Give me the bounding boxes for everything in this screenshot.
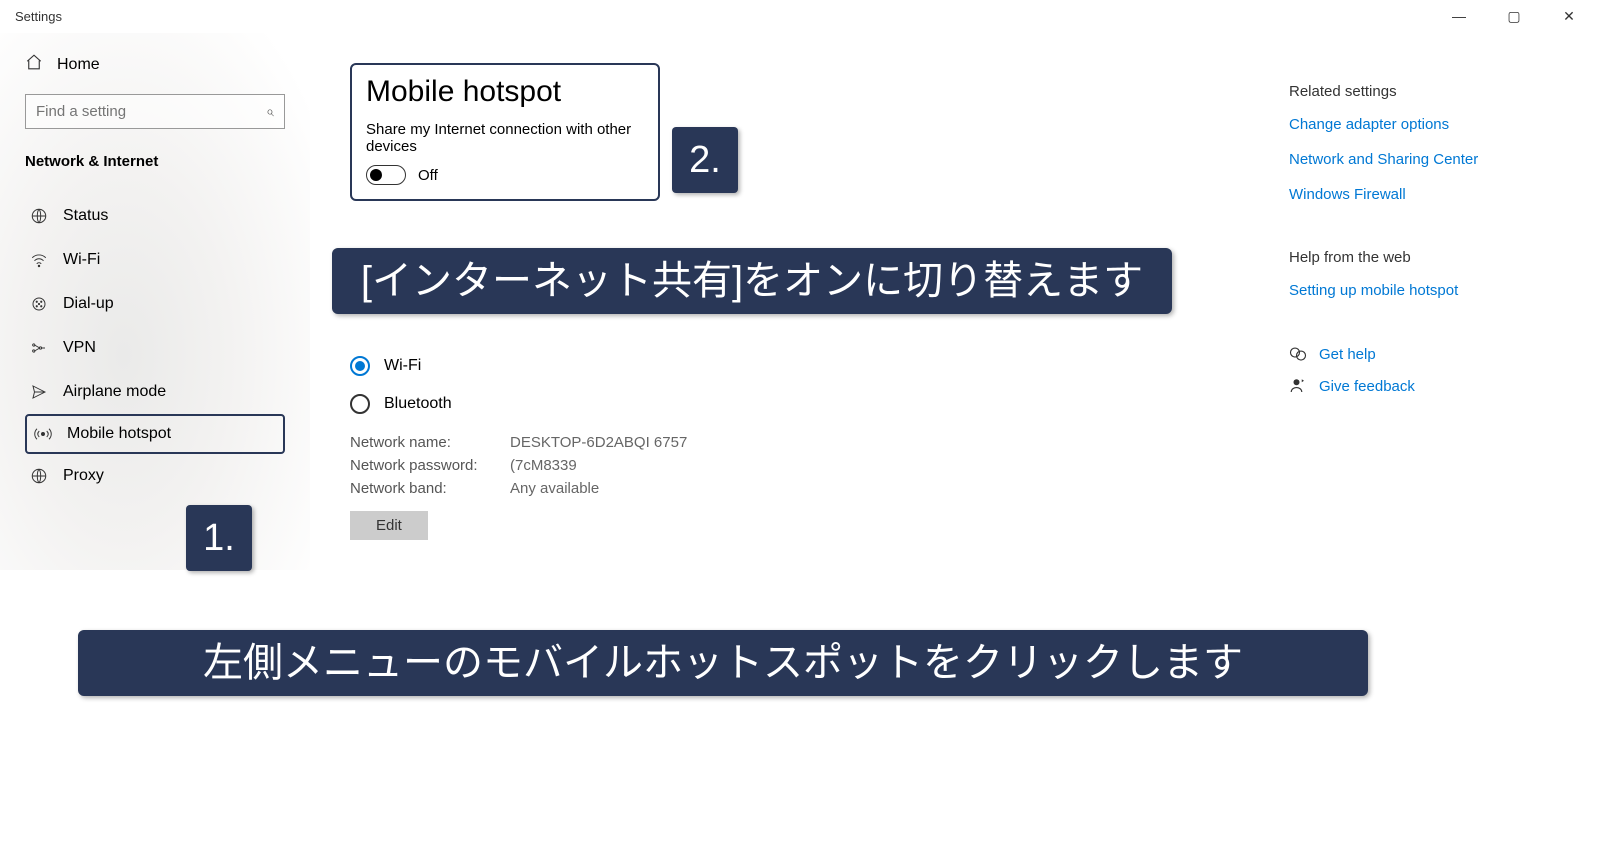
value: Any available bbox=[510, 480, 599, 497]
window-controls: ― ▢ ✕ bbox=[1444, 8, 1584, 25]
network-details: Network name: DESKTOP-6D2ABQI 6757 Netwo… bbox=[350, 434, 1229, 540]
search-input[interactable] bbox=[36, 103, 266, 120]
page-title: Mobile hotspot bbox=[366, 75, 644, 109]
sharing-link[interactable]: Network and Sharing Center bbox=[1289, 151, 1559, 168]
help-icon bbox=[1289, 345, 1307, 363]
globe-icon bbox=[29, 206, 49, 226]
hotspot-icon bbox=[33, 424, 53, 444]
radio-on-icon bbox=[350, 356, 370, 376]
sidebar-item-airplane[interactable]: Airplane mode bbox=[25, 370, 285, 414]
callout-number-2: 2. bbox=[672, 127, 738, 193]
nav-list: Status Wi-Fi Dial-up VPN Airplane mode M… bbox=[25, 194, 285, 498]
radio-label: Wi-Fi bbox=[384, 357, 421, 375]
link-label: Get help bbox=[1319, 346, 1376, 363]
firewall-link[interactable]: Windows Firewall bbox=[1289, 186, 1559, 203]
nav-label: Proxy bbox=[63, 467, 104, 485]
radio-wifi[interactable]: Wi-Fi bbox=[350, 356, 1229, 376]
toggle-state: Off bbox=[418, 167, 438, 184]
label: Network name: bbox=[350, 434, 510, 451]
sidebar-item-proxy[interactable]: Proxy bbox=[25, 454, 285, 498]
nav-label: Dial-up bbox=[63, 295, 114, 313]
airplane-icon bbox=[29, 382, 49, 402]
toggle-switch[interactable] bbox=[366, 165, 406, 185]
link-label: Give feedback bbox=[1319, 378, 1415, 395]
network-band-row: Network band: Any available bbox=[350, 480, 1229, 497]
sidebar-item-hotspot[interactable]: Mobile hotspot bbox=[25, 414, 285, 454]
share-toggle[interactable]: Off bbox=[366, 165, 644, 185]
share-subtitle: Share my Internet connection with other … bbox=[366, 121, 644, 155]
label: Network band: bbox=[350, 480, 510, 497]
sidebar-item-vpn[interactable]: VPN bbox=[25, 326, 285, 370]
hotspot-panel: Mobile hotspot Share my Internet connect… bbox=[350, 63, 660, 201]
wifi-icon bbox=[29, 250, 49, 270]
value: (7cM8339 bbox=[510, 457, 577, 474]
sidebar-item-wifi[interactable]: Wi-Fi bbox=[25, 238, 285, 282]
sidebar-item-dialup[interactable]: Dial-up bbox=[25, 282, 285, 326]
home-icon bbox=[25, 53, 43, 76]
network-name-row: Network name: DESKTOP-6D2ABQI 6757 bbox=[350, 434, 1229, 451]
proxy-icon bbox=[29, 466, 49, 486]
home-label: Home bbox=[57, 56, 100, 74]
callout-text-1: 左側メニューのモバイルホットスポットをクリックします bbox=[78, 630, 1368, 696]
maximize-button[interactable]: ▢ bbox=[1499, 8, 1529, 25]
edit-button[interactable]: Edit bbox=[350, 511, 428, 540]
titlebar: Settings ― ▢ ✕ bbox=[0, 0, 1599, 33]
adapter-link[interactable]: Change adapter options bbox=[1289, 116, 1559, 133]
window-title: Settings bbox=[15, 9, 62, 24]
sidebar: Home ⌕ Network & Internet Status Wi-Fi D… bbox=[0, 33, 310, 570]
nav-label: Airplane mode bbox=[63, 383, 166, 401]
minimize-button[interactable]: ― bbox=[1444, 8, 1474, 25]
label: Network password: bbox=[350, 457, 510, 474]
nav-label: Wi-Fi bbox=[63, 251, 100, 269]
network-password-row: Network password: (7cM8339 bbox=[350, 457, 1229, 474]
right-panel: Related settings Change adapter options … bbox=[1269, 33, 1599, 570]
nav-label: VPN bbox=[63, 339, 96, 357]
radio-off-icon bbox=[350, 394, 370, 414]
radio-label: Bluetooth bbox=[384, 395, 452, 413]
home-link[interactable]: Home bbox=[25, 53, 285, 76]
nav-label: Mobile hotspot bbox=[67, 425, 171, 443]
value: DESKTOP-6D2ABQI 6757 bbox=[510, 434, 687, 451]
search-box[interactable]: ⌕ bbox=[25, 94, 285, 129]
setup-link[interactable]: Setting up mobile hotspot bbox=[1289, 282, 1559, 299]
sidebar-item-status[interactable]: Status bbox=[25, 194, 285, 238]
callout-text-2: [インターネット共有]をオンに切り替えます bbox=[332, 248, 1172, 314]
related-heading: Related settings bbox=[1289, 83, 1559, 100]
help-heading: Help from the web bbox=[1289, 249, 1559, 266]
get-help-link[interactable]: Get help bbox=[1289, 345, 1559, 363]
close-button[interactable]: ✕ bbox=[1554, 8, 1584, 25]
nav-label: Status bbox=[63, 207, 108, 225]
search-icon: ⌕ bbox=[266, 103, 274, 120]
feedback-link[interactable]: Give feedback bbox=[1289, 377, 1559, 395]
section-label: Network & Internet bbox=[25, 153, 285, 170]
vpn-icon bbox=[29, 338, 49, 358]
dialup-icon bbox=[29, 294, 49, 314]
callout-number-1: 1. bbox=[186, 505, 252, 571]
radio-bluetooth[interactable]: Bluetooth bbox=[350, 394, 1229, 414]
feedback-icon bbox=[1289, 377, 1307, 395]
